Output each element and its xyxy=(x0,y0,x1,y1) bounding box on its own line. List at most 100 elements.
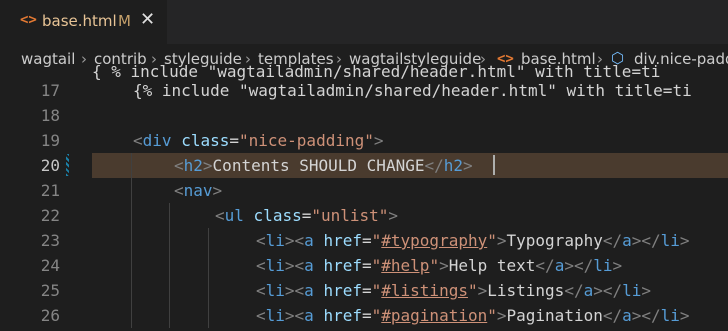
tab-bar: <> base.html M ✕ xyxy=(0,0,728,44)
code-token: href xyxy=(323,306,362,325)
code-token: {% include "wagtailadmin/shared/header.h… xyxy=(133,81,692,100)
line-number: 23 xyxy=(40,231,60,250)
indent-guide xyxy=(207,303,209,328)
code-line: 26 <li><a href="#pagination">Pagination</… xyxy=(0,303,728,328)
code-token: a xyxy=(583,281,594,300)
code-token: < xyxy=(256,256,266,275)
line-number: 26 xyxy=(40,306,60,325)
code-text: <li><a href="#listings">Listings</a></li… xyxy=(256,278,651,303)
line-number: 24 xyxy=(40,256,60,275)
code-token: div xyxy=(142,131,172,150)
code-token: > xyxy=(463,156,473,175)
code-token: </ xyxy=(564,281,584,300)
code-token: > xyxy=(373,131,384,150)
code-text: <ul class="unlist"> xyxy=(215,203,398,228)
git-modified-marker xyxy=(66,154,69,176)
code-token: " xyxy=(371,231,382,250)
code-token: a xyxy=(304,231,314,250)
line-number: 21 xyxy=(40,181,60,200)
code-token: #pagination xyxy=(381,306,488,325)
code-token: < xyxy=(256,231,266,250)
code-token: class xyxy=(253,206,302,225)
code-token: #help xyxy=(381,256,430,275)
code-token: " xyxy=(487,306,497,325)
code-token: < xyxy=(256,281,266,300)
code-token: a xyxy=(622,306,632,325)
code-token: href xyxy=(323,281,362,300)
code-token: " xyxy=(371,256,382,275)
code-token: > xyxy=(388,206,399,225)
code-token: " xyxy=(467,281,478,300)
indent-guide xyxy=(207,253,209,278)
tab-label: base.html xyxy=(42,12,117,30)
code-token: li xyxy=(265,231,285,250)
code-token: > xyxy=(212,181,223,200)
code-token: > xyxy=(612,256,623,275)
code-token: li xyxy=(660,231,680,250)
tab-base-html[interactable]: <> base.html M ✕ xyxy=(0,0,167,44)
line-number: 18 xyxy=(40,106,60,125)
code-text: <nav> xyxy=(174,178,222,203)
code-token: > xyxy=(202,156,213,175)
code-token: " xyxy=(487,231,497,250)
line-number: 20 xyxy=(40,156,60,175)
code-token: > xyxy=(496,306,507,325)
code-token: a xyxy=(304,256,314,275)
code-token: a xyxy=(554,256,565,275)
code-line: 18 xyxy=(0,103,728,128)
code-token: " xyxy=(429,256,440,275)
code-editor[interactable]: { % include "wagtailadmin/shared/header.… xyxy=(0,62,728,331)
indent-guide xyxy=(130,153,132,178)
code-token: = xyxy=(361,256,372,275)
code-token: href xyxy=(323,256,362,275)
code-token: Pagination xyxy=(506,306,603,325)
code-token: > xyxy=(641,281,652,300)
indent-guide xyxy=(207,228,209,253)
close-icon[interactable]: ✕ xyxy=(140,9,155,30)
code-line: 21 <nav> xyxy=(0,178,728,203)
code-token: >< xyxy=(284,306,305,325)
code-text: <li><a href="#typography">Typography</a>… xyxy=(256,228,690,253)
code-token: Help text xyxy=(448,256,536,275)
indent-guide xyxy=(169,278,171,303)
code-token: " xyxy=(371,281,382,300)
line-number: 17 xyxy=(40,81,60,100)
code-token: Typography xyxy=(506,231,603,250)
modified-indicator: M xyxy=(118,12,131,30)
code-line: 24 <li><a href="#help">Help text</a></li> xyxy=(0,253,728,278)
code-token: li xyxy=(265,281,285,300)
indent-guide xyxy=(169,303,171,328)
code-token: li xyxy=(622,281,642,300)
code-token: href xyxy=(323,231,362,250)
code-token: = xyxy=(229,131,239,150)
code-token: </ xyxy=(424,156,444,175)
code-line: 22 <ul class="unlist"> xyxy=(0,203,728,228)
code-token: nav xyxy=(183,181,213,200)
indent-guide xyxy=(169,253,171,278)
code-token: = xyxy=(301,206,312,225)
code-line: 17 {% include "wagtailadmin/shared/header… xyxy=(0,78,728,103)
code-text: <li><a href="#help">Help text</a></li> xyxy=(256,253,622,278)
code-token: </ xyxy=(602,306,623,325)
code-token: Contents SHOULD CHANGE xyxy=(212,156,425,175)
line-number: 25 xyxy=(40,281,60,300)
code-token: ></ xyxy=(564,256,594,275)
code-text: {% include "wagtailadmin/shared/header.h… xyxy=(133,78,692,103)
code-token: "nice-padding" xyxy=(239,131,374,150)
code-line: 20 <h2>Contents SHOULD CHANGE</h2> xyxy=(0,153,728,178)
line-number: 19 xyxy=(40,131,60,150)
code-token: "unlist" xyxy=(311,206,389,225)
code-token: Listings xyxy=(487,281,565,300)
code-token: >< xyxy=(284,281,305,300)
code-token: h2 xyxy=(183,156,203,175)
code-token: < xyxy=(174,181,184,200)
indent-guide xyxy=(130,253,132,278)
code-token: < xyxy=(133,131,143,150)
indent-guide xyxy=(169,228,171,253)
code-token: a xyxy=(622,231,632,250)
code-text: <h2>Contents SHOULD CHANGE</h2> xyxy=(174,153,473,178)
code-token: >< xyxy=(284,231,305,250)
